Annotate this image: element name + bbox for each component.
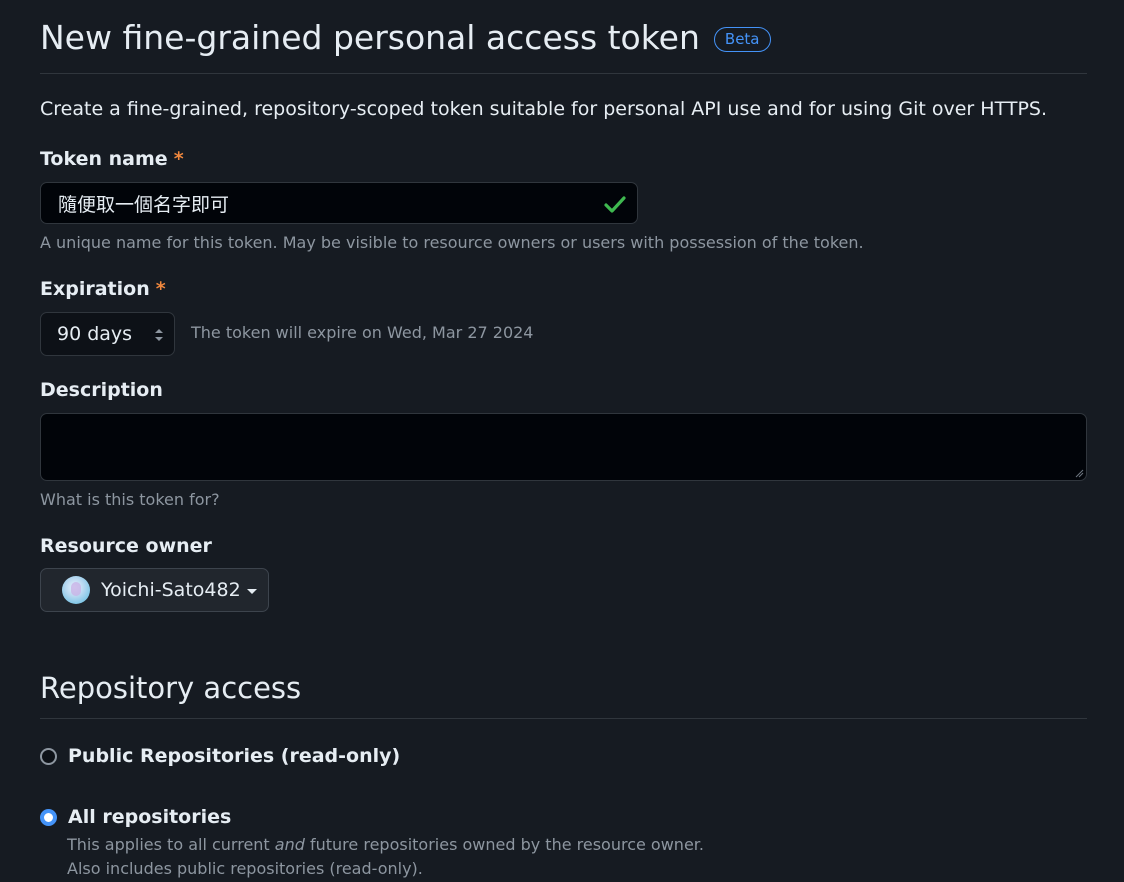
all-repositories-label[interactable]: All repositories — [68, 806, 231, 828]
resource-owner-button[interactable]: Yoichi-Sato482 — [40, 568, 269, 612]
token-form-page: New fine-grained personal access token B… — [0, 0, 1124, 882]
required-asterisk: * — [173, 148, 184, 170]
page-header: New fine-grained personal access token B… — [40, 18, 771, 57]
token-name-input[interactable]: 隨便取一個名字即可 — [40, 182, 638, 224]
desc-text: future repositories owned by the resourc… — [304, 835, 704, 854]
token-name-label-text: Token name — [40, 148, 168, 170]
page-title: New fine-grained personal access token — [40, 18, 700, 57]
all-repositories-description-line2: Also includes public repositories (read-… — [67, 859, 423, 878]
select-caret-icon — [155, 329, 163, 341]
public-repositories-label[interactable]: Public Repositories (read-only) — [68, 745, 400, 767]
desc-text: This applies to all current — [67, 835, 275, 854]
radio-public-repositories[interactable] — [40, 748, 57, 765]
avatar — [62, 576, 90, 604]
expiration-label-text: Expiration — [40, 278, 150, 300]
check-icon — [604, 196, 626, 213]
token-name-label: Token name * — [40, 148, 184, 170]
desc-emphasis: and — [274, 835, 305, 854]
required-asterisk: * — [155, 278, 166, 300]
expiration-label: Expiration * — [40, 278, 166, 300]
resource-owner-label: Resource owner — [40, 535, 212, 557]
repository-access-title: Repository access — [40, 671, 302, 705]
triangle-down-icon — [246, 589, 257, 594]
token-name-hint: A unique name for this token. May be vis… — [40, 233, 864, 252]
header-divider — [40, 73, 1087, 74]
radio-all-repositories[interactable] — [40, 809, 57, 826]
section-divider — [40, 718, 1087, 719]
description-label: Description — [40, 379, 163, 401]
resource-owner-name: Yoichi-Sato482 — [101, 579, 241, 601]
token-name-value: 隨便取一個名字即可 — [58, 193, 230, 216]
expiration-select[interactable]: 90 days — [40, 312, 175, 356]
intro-text: Create a fine-grained, repository-scoped… — [40, 98, 1047, 120]
all-repositories-description: This applies to all current and future r… — [67, 833, 704, 857]
resize-grip-icon[interactable] — [1074, 468, 1084, 478]
description-hint: What is this token for? — [40, 490, 220, 509]
expiration-selected-value: 90 days — [57, 323, 133, 345]
expiration-note: The token will expire on Wed, Mar 27 202… — [191, 323, 534, 342]
beta-badge: Beta — [713, 27, 771, 52]
description-textarea[interactable] — [40, 413, 1087, 481]
